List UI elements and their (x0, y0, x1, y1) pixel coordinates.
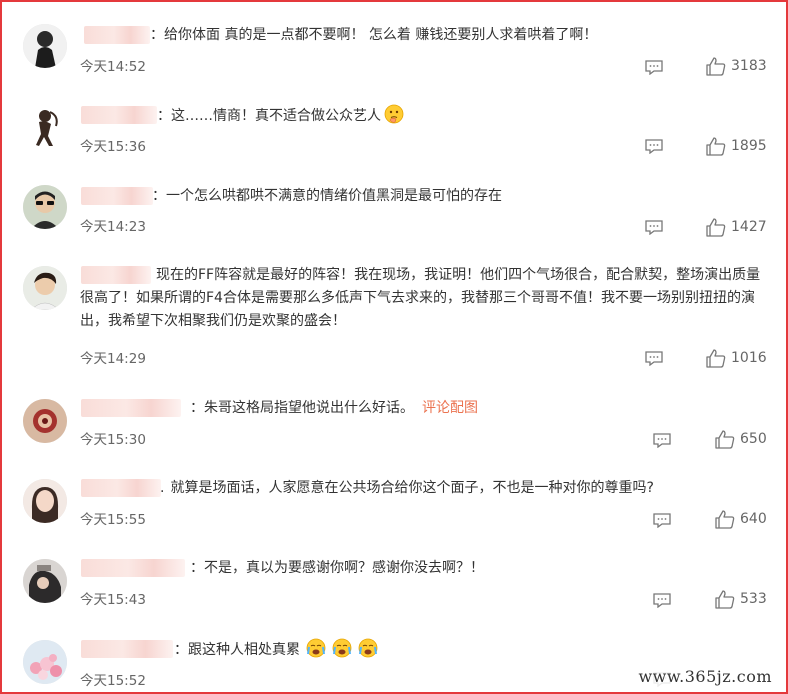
like-count: 3183 (731, 58, 767, 74)
comment-item: ：朱哥这格局指望他说出什么好话。 评论配图 今天15:30 650 (2, 397, 786, 457)
like-count: 640 (740, 511, 767, 527)
avatar[interactable] (23, 24, 67, 68)
comment-time: 今天14:29 (80, 351, 146, 367)
comment-text: 现在的FF阵容就是最好的阵容！我在现场，我证明！他们四个气场很合，配合默契，整场… (80, 267, 761, 329)
comment-image-link[interactable]: 评论配图 (422, 400, 478, 416)
avatar[interactable] (23, 399, 67, 443)
avatar[interactable] (23, 479, 67, 523)
like-count: 533 (740, 591, 767, 607)
like-button[interactable]: 1895 (706, 137, 776, 157)
like-count: 1427 (731, 219, 767, 235)
like-count: 1895 (731, 138, 767, 154)
like-button[interactable]: 533 (715, 590, 777, 610)
comment-item: . 就算是场面话，人家愿意在公共场合给你这个面子，不也是一种对你的尊重吗? 今天1… (2, 477, 786, 537)
comment-text: ：给你体面 真的是一点都不要啊！ 怎么着 赚钱还要别人求着哄着了啊！ (150, 27, 598, 43)
comment-text: ：跟这种人相处真累 (174, 638, 378, 662)
thumbs-up-icon (715, 430, 735, 449)
comment-item: ：给你体面 真的是一点都不要啊！ 怎么着 赚钱还要别人求着哄着了啊！ 今天14:… (2, 24, 786, 84)
thumbs-up-icon (706, 349, 726, 368)
comment-item: ：这……情商！真不适合做公众艺人 今天15:36 1895 (2, 104, 786, 164)
comment-text: ：朱哥这格局指望他说出什么好话。 评论配图 (190, 400, 478, 416)
username-blurred[interactable] (81, 559, 185, 577)
comment-time: 今天15:55 (80, 512, 146, 528)
avatar[interactable] (23, 266, 67, 310)
comment-text: ：一个怎么哄都哄不满意的情绪价值黑洞是最可怕的存在 (152, 188, 502, 204)
comment-time: 今天14:52 (80, 59, 146, 75)
comment-icon[interactable] (645, 351, 663, 366)
comment-item: 现在的FF阵容就是最好的阵容！我在现场，我证明！他们四个气场很合，配合默契，整场… (2, 264, 786, 374)
thumbs-up-icon (706, 218, 726, 237)
like-button[interactable]: 3183 (706, 57, 776, 77)
like-count: 650 (740, 431, 767, 447)
crying-face-emoji (306, 638, 326, 658)
comment-icon[interactable] (653, 593, 671, 608)
username-blurred[interactable] (81, 479, 161, 497)
site-watermark: www.365jz.com (634, 666, 776, 687)
thumbs-up-icon (715, 510, 735, 529)
comment-icon[interactable] (645, 220, 663, 235)
comment-list-panel: ：给你体面 真的是一点都不要啊！ 怎么着 赚钱还要别人求着哄着了啊！ 今天14:… (0, 0, 788, 694)
username-blurred[interactable] (81, 640, 173, 658)
comment-time: 今天15:43 (80, 592, 146, 608)
like-count: 1016 (731, 350, 767, 366)
thumbs-up-icon (706, 137, 726, 156)
like-button[interactable]: 1427 (706, 218, 776, 238)
comment-icon[interactable] (645, 60, 663, 75)
comment-text: ：不是，真以为要感谢你啊？感谢你没去啊？！ (190, 560, 484, 576)
username-blurred[interactable] (81, 399, 181, 417)
avatar[interactable] (23, 640, 67, 684)
username-blurred[interactable] (81, 106, 157, 124)
crying-face-emoji (332, 638, 352, 658)
comment-time: 今天15:36 (80, 139, 146, 155)
like-button[interactable]: 1016 (706, 349, 776, 369)
comment-text: . 就算是场面话，人家愿意在公共场合给你这个面子，不也是一种对你的尊重吗? (160, 480, 654, 496)
avatar[interactable] (23, 104, 67, 148)
comment-icon[interactable] (653, 513, 671, 528)
comment-icon[interactable] (645, 139, 663, 154)
comment-item: ：一个怎么哄都哄不满意的情绪价值黑洞是最可怕的存在 今天14:23 1427 (2, 185, 786, 245)
username-blurred[interactable] (81, 187, 153, 205)
comment-text: ：这……情商！真不适合做公众艺人 (157, 104, 404, 128)
comment-time: 今天14:23 (80, 219, 146, 235)
avatar[interactable] (23, 185, 67, 229)
avatar[interactable] (23, 559, 67, 603)
thinking-face-emoji (384, 104, 404, 124)
thumbs-up-icon (715, 590, 735, 609)
thumbs-up-icon (706, 57, 726, 76)
crying-face-emoji (358, 638, 378, 658)
username-blurred[interactable] (84, 26, 150, 44)
like-button[interactable]: 650 (715, 430, 777, 450)
like-button[interactable]: 640 (715, 510, 777, 530)
comment-item: ：不是，真以为要感谢你啊？感谢你没去啊？！ 今天15:43 533 (2, 557, 786, 617)
comment-icon[interactable] (653, 433, 671, 448)
comment-time: 今天15:52 (80, 673, 146, 689)
comment-time: 今天15:30 (80, 432, 146, 448)
